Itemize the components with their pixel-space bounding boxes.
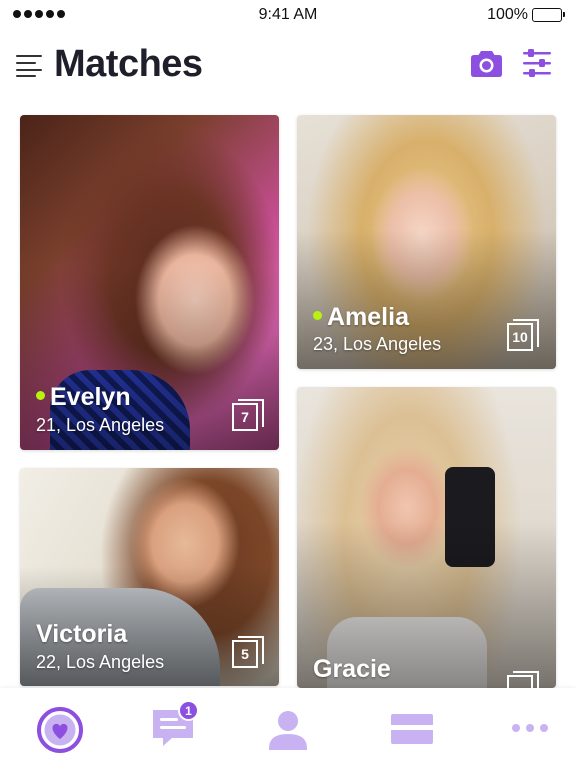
match-card-evelyn[interactable]: Evelyn 21, Los Angeles 7 [20,115,279,450]
tab-messages[interactable]: 1 [150,700,200,754]
tab-bar: 1 [0,688,576,768]
tab-cards[interactable] [390,706,434,754]
match-name: Gracie [313,655,391,683]
unread-messages-badge: 1 [178,700,199,721]
profile-icon [269,711,307,750]
tab-more[interactable] [510,706,550,754]
tab-profile[interactable] [266,706,310,754]
photo-count-icon: 10 [507,319,539,351]
status-bar: 9:41 AM 100% [0,0,576,30]
battery-percentage: 100% [487,6,528,23]
online-indicator [313,310,322,320]
match-age-location: 23, Los Angeles [313,334,442,354]
match-name: Amelia [313,303,409,332]
camera-icon[interactable] [470,48,503,78]
match-name: Victoria [36,620,128,648]
match-age-location: 21, Los Angeles [36,415,165,435]
match-card-victoria[interactable]: Victoria 22, Los Angeles 5 [20,468,279,686]
filter-sliders-icon[interactable] [522,49,552,77]
match-age-location: 22, Los Angeles [36,652,165,672]
battery-indicator: 100% [487,6,565,24]
more-icon [512,724,548,732]
battery-icon [532,8,565,22]
photo-count-icon [507,671,539,688]
photo-count-icon: 7 [232,399,264,431]
photo-count-icon: 5 [232,636,264,668]
page-title: Matches [54,43,203,85]
online-indicator [36,390,45,400]
tab-matches[interactable] [36,706,84,754]
matches-heart-icon [37,707,83,753]
hamburger-menu-icon[interactable] [16,53,42,77]
match-card-amelia[interactable]: Amelia 23, Los Angeles 10 [297,115,556,369]
match-name: Evelyn [36,383,131,412]
header: Matches [0,40,576,90]
cards-icon [391,714,433,744]
match-card-gracie[interactable]: Gracie [297,387,556,688]
